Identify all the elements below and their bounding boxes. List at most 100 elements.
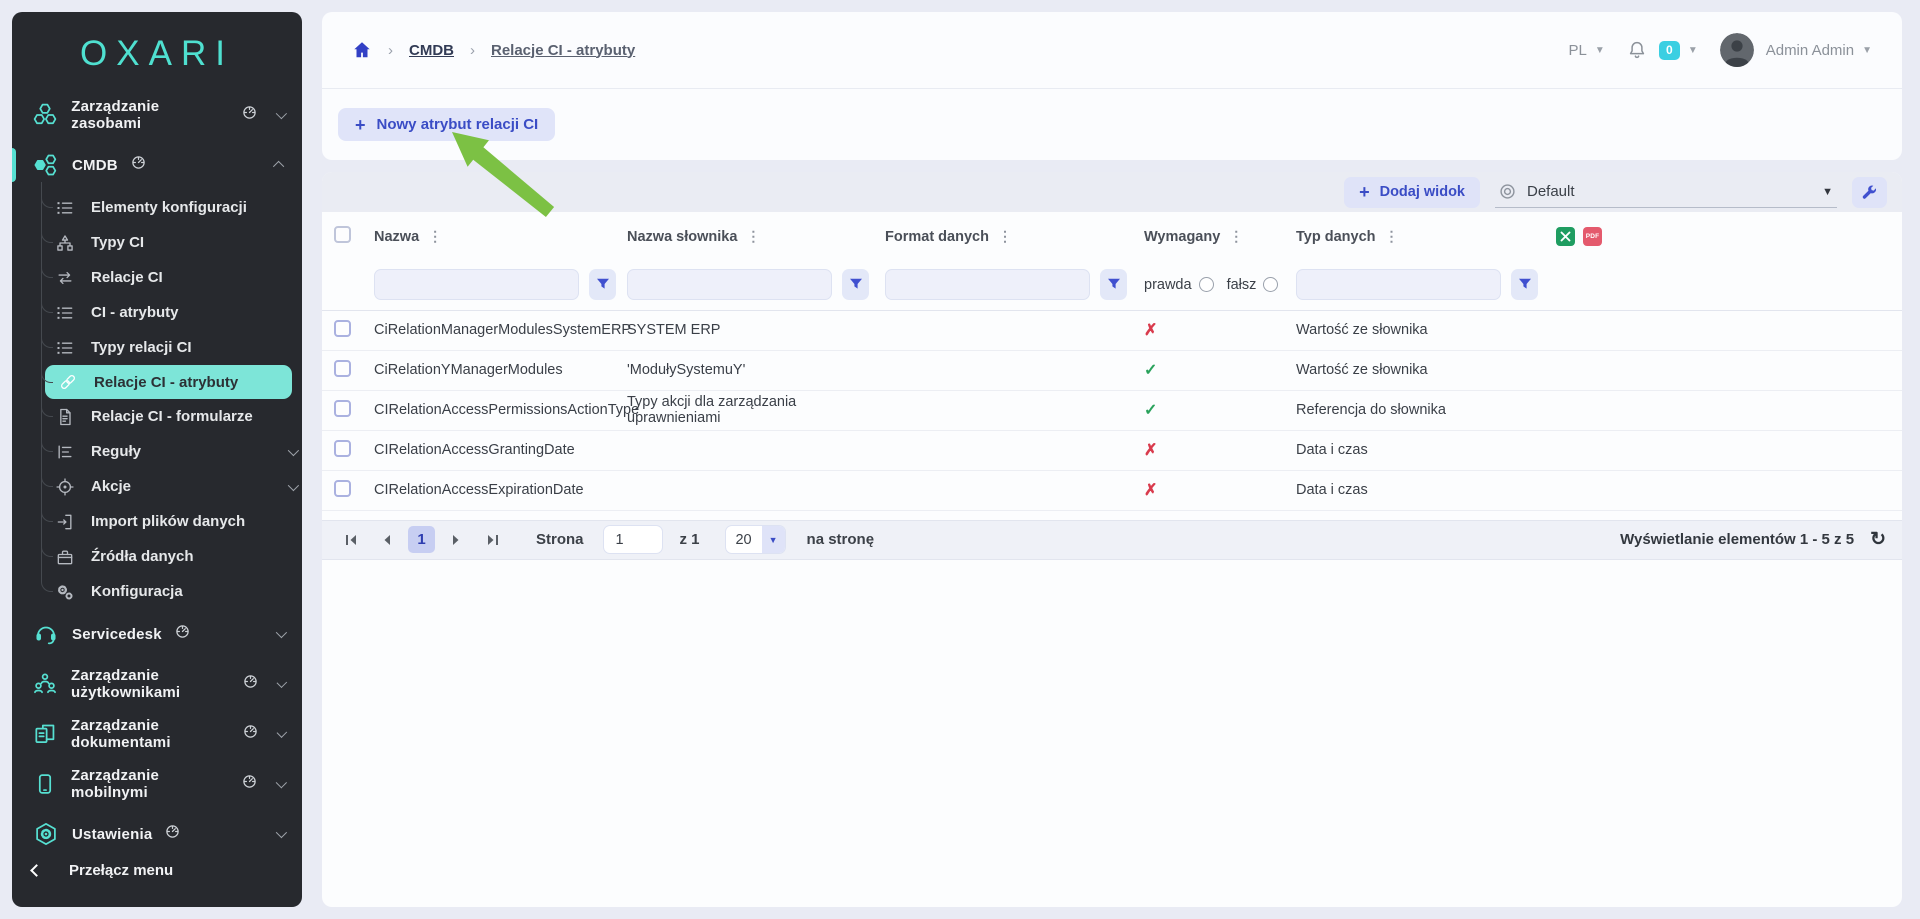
table-row[interactable]: CIRelationAccessGrantingDate✗Data i czas [322,430,1902,470]
sidebar-subitem[interactable]: Typy relacji CI [12,330,302,365]
view-selector[interactable]: Default ▼ [1495,177,1837,208]
wrench-icon [1861,184,1878,201]
home-icon[interactable] [352,40,372,60]
select-all-checkbox[interactable] [334,226,351,243]
cell-datatype: Wartość ze słownika [1296,350,1556,390]
sidebar-subitem[interactable]: Relacje CI [12,260,302,295]
cell-datatype: Data i czas [1296,470,1556,510]
language-selector[interactable]: PL [1569,42,1587,59]
sidebar-subitem[interactable]: Konfiguracja [12,574,302,609]
required-x-icon: ✗ [1144,322,1157,339]
page-number-input[interactable] [603,525,663,554]
sidebar-subitem[interactable]: Import plików danych [12,504,302,539]
documents-icon [32,721,58,747]
radio-false[interactable] [1263,277,1278,292]
chevron-down-icon: ▼ [1822,186,1833,198]
table-row[interactable]: CiRelationYManagerModules'ModułySystemuY… [322,350,1902,390]
column-menu-icon[interactable]: ⋮ [746,228,760,244]
refresh-icon[interactable]: ↻ [1870,528,1886,551]
list-icon [54,198,76,218]
gauge-icon [236,774,263,789]
table-row[interactable]: CIRelationAccessExpirationDate✗Data i cz… [322,470,1902,510]
cell-datatype: Referencja do słownika [1296,390,1556,430]
notification-badge[interactable]: 0 [1659,41,1680,60]
avatar[interactable] [1720,33,1754,67]
sidebar-item[interactable]: Zarządzanie zasobami [12,90,302,140]
filter-funnel-button[interactable] [1511,269,1538,300]
sidebar-menu: Zarządzanie zasobamiCMDBElementy konfigu… [12,90,302,859]
page-size-select[interactable]: 20 ▼ [725,525,786,554]
sidebar-subitem[interactable]: Akcje [12,469,302,504]
sidebar-subitem[interactable]: Elementy konfiguracji [12,190,302,225]
table-filter-row: prawda fałsz [322,260,1902,310]
add-view-button[interactable]: + Dodaj widok [1344,177,1480,208]
cell-dictionary: Typy akcji dla zarządzania uprawnieniami [627,390,885,430]
filter-input-format[interactable] [885,269,1090,300]
sidebar-item[interactable]: Zarządzanie mobilnymi [12,759,302,809]
cell-format [885,430,1144,470]
filter-input-datatype[interactable] [1296,269,1501,300]
sidebar-item[interactable]: Zarządzanie użytkownikami [12,659,302,709]
filter-input-name[interactable] [374,269,579,300]
export-icons: PDF [1556,227,1892,246]
gears-icon [54,582,76,602]
link-icon [57,372,79,392]
sidebar-item[interactable]: Servicedesk [12,609,302,659]
column-menu-icon[interactable]: ⋮ [998,228,1012,244]
filter-funnel-button[interactable] [589,269,616,300]
cell-name: CiRelationManagerModulesSystemERP [374,310,627,350]
column-menu-icon[interactable]: ⋮ [428,228,442,244]
export-pdf-icon[interactable]: PDF [1583,227,1602,246]
sidebar-subitem[interactable]: CI - atrybuty [12,295,302,330]
import-icon [54,512,76,532]
export-excel-icon[interactable] [1556,227,1575,246]
table-row[interactable]: CIRelationAccessPermissionsActionTypeTyp… [322,390,1902,430]
target-icon [54,477,76,497]
first-page-button[interactable] [338,527,364,553]
chevron-down-icon[interactable]: ▼ [1688,45,1698,56]
menu-toggle[interactable]: Przełącz menu [12,849,302,891]
previous-page-button[interactable] [373,527,399,553]
filter-funnel-button[interactable] [1100,269,1127,300]
chevron-down-icon[interactable]: ▼ [1595,45,1605,56]
cell-name: CIRelationAccessGrantingDate [374,430,627,470]
required-x-icon: ✗ [1144,482,1157,499]
new-attribute-button[interactable]: + Nowy atrybut relacji CI [338,108,555,141]
sidebar-item[interactable]: CMDB [12,140,302,190]
cell-dictionary [627,430,885,470]
user-name[interactable]: Admin Admin [1766,42,1854,59]
row-checkbox[interactable] [334,440,351,457]
table-row[interactable]: CiRelationManagerModulesSystemERPSYSTEM … [322,310,1902,350]
settings-icon [32,821,59,847]
sidebar-subitem[interactable]: Typy CI [12,225,302,260]
relations-icon [54,268,76,288]
sidebar-subitem[interactable]: Relacje CI - formularze [12,399,302,434]
chevron-down-icon[interactable]: ▼ [1862,45,1872,56]
breadcrumb-link-cmdb[interactable]: CMDB [409,42,454,59]
row-checkbox[interactable] [334,320,351,337]
filter-funnel-button[interactable] [842,269,869,300]
tree-connector [41,329,53,348]
sidebar-subitem[interactable]: Relacje CI - atrybuty [45,365,292,399]
chevron-down-icon [276,777,287,788]
chevron-down-icon [276,108,287,119]
row-checkbox[interactable] [334,480,351,497]
filter-input-dictionary[interactable] [627,269,832,300]
breadcrumb-separator: › [470,42,475,59]
sidebar-subitem[interactable]: Reguły [12,434,302,469]
radio-true[interactable] [1199,277,1214,292]
sidebar-item[interactable]: Zarządzanie dokumentami [12,709,302,759]
row-checkbox[interactable] [334,400,351,417]
column-menu-icon[interactable]: ⋮ [1385,228,1399,244]
current-page-button[interactable]: 1 [408,526,435,553]
table-settings-button[interactable] [1852,177,1887,208]
sidebar-subitem[interactable]: Źródła danych [12,539,302,574]
last-page-button[interactable] [479,527,505,553]
row-checkbox[interactable] [334,360,351,377]
header-card: › CMDB › Relacje CI - atrybuty PL ▼ 0 ▼ … [322,12,1902,160]
chevron-down-icon [276,627,287,638]
breadcrumb-link-current[interactable]: Relacje CI - atrybuty [491,42,635,59]
next-page-button[interactable] [444,527,470,553]
column-menu-icon[interactable]: ⋮ [1229,228,1243,244]
bell-icon[interactable] [1627,40,1647,60]
